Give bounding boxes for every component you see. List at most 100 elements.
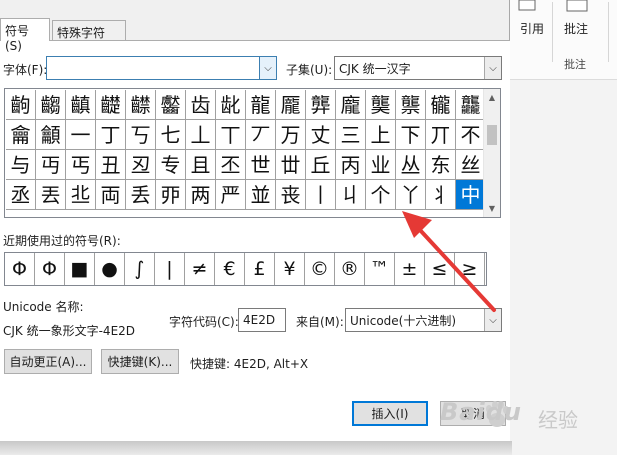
symbol-cell[interactable]: 丗 xyxy=(276,150,306,180)
symbol-cell[interactable]: 龎 xyxy=(276,90,306,120)
recent-symbol-cell[interactable]: Φ xyxy=(5,253,35,285)
font-select[interactable]: ⌵ xyxy=(46,56,277,80)
ribbon-references-tab[interactable]: 引用 xyxy=(520,20,544,37)
ribbon-comment-button[interactable]: 批注 xyxy=(564,20,588,37)
symbol-cell[interactable]: 丩 xyxy=(336,180,366,210)
symbol-cell[interactable]: 丘 xyxy=(306,150,336,180)
tab-symbols[interactable]: 符号(S) xyxy=(0,18,50,53)
symbol-cell[interactable]: 丄 xyxy=(186,120,216,150)
symbol-cell[interactable]: 丅 xyxy=(216,120,246,150)
recent-symbol-cell[interactable]: © xyxy=(305,253,335,285)
symbol-cell[interactable]: 丠 xyxy=(66,180,96,210)
recent-symbol-cell[interactable]: ■ xyxy=(65,253,95,285)
symbol-cell[interactable]: 丆 xyxy=(246,120,276,150)
symbol-cell[interactable]: 龠 xyxy=(6,120,36,150)
recent-symbol-cell[interactable]: ≠ xyxy=(185,253,215,285)
recent-symbol-cell[interactable]: € xyxy=(215,253,245,285)
symbol-cell[interactable]: 龑 xyxy=(366,90,396,120)
symbol-cell[interactable]: 丞 xyxy=(6,180,36,210)
symbol-cell[interactable]: 並 xyxy=(246,180,276,210)
symbol-grid-scrollbar[interactable]: ▲ ▼ xyxy=(483,89,500,217)
symbol-cell[interactable]: 龒 xyxy=(396,90,426,120)
symbol-cell[interactable]: 丛 xyxy=(396,150,426,180)
symbol-cell[interactable]: 龐 xyxy=(336,90,366,120)
symbol-cell[interactable]: 两 xyxy=(186,180,216,210)
symbol-cell[interactable]: 丁 xyxy=(96,120,126,150)
recent-symbol-cell[interactable]: ≤ xyxy=(425,253,455,285)
symbol-cell[interactable]: 齺 xyxy=(36,90,66,120)
symbol-cell[interactable]: 一 xyxy=(66,120,96,150)
insert-button[interactable]: 插入(I) xyxy=(352,401,428,426)
recent-symbol-cell[interactable]: ® xyxy=(335,253,365,285)
chevron-down-icon[interactable]: ⌵ xyxy=(259,57,276,79)
symbol-cell[interactable]: 世 xyxy=(246,150,276,180)
symbol-cell[interactable]: 丫 xyxy=(396,180,426,210)
symbol-cell[interactable]: 齣 xyxy=(6,90,36,120)
symbol-cell[interactable]: 齻 xyxy=(66,90,96,120)
symbol-cell[interactable]: 下 xyxy=(396,120,426,150)
symbol-cell[interactable]: 上 xyxy=(366,120,396,150)
symbol-cell[interactable]: 业 xyxy=(366,150,396,180)
symbol-cell[interactable]: 且 xyxy=(186,150,216,180)
tab-special-characters[interactable]: 特殊字符(P) xyxy=(52,20,126,55)
recent-symbol-cell[interactable]: Φ xyxy=(35,253,65,285)
shortcut-key-button[interactable]: 快捷键(K)... xyxy=(101,349,179,374)
symbol-cell[interactable]: 龏 xyxy=(306,90,336,120)
from-select[interactable]: Unicode(十六进制) ⌵ xyxy=(345,308,502,332)
symbol-cell[interactable]: 丌 xyxy=(426,120,456,150)
symbol-cell[interactable]: 龥 xyxy=(36,120,66,150)
from-select-value: Unicode(十六进制) xyxy=(350,314,457,328)
symbol-cell[interactable]: 丈 xyxy=(306,120,336,150)
autocorrect-button[interactable]: 自动更正(A)... xyxy=(4,349,92,374)
symbol-cell[interactable]: 龍 xyxy=(246,90,276,120)
symbol-cell[interactable]: 丟 xyxy=(36,180,66,210)
selected-symbol-cell[interactable]: 中 xyxy=(456,180,486,210)
symbol-cell[interactable]: 三 xyxy=(336,120,366,150)
symbol-cell[interactable]: 龘 xyxy=(456,90,486,120)
symbol-cell[interactable]: 丢 xyxy=(126,180,156,210)
symbol-cell[interactable]: 龀 xyxy=(216,90,246,120)
symbol-cell[interactable]: 万 xyxy=(276,120,306,150)
char-code-input[interactable]: 4E2D xyxy=(238,308,286,332)
symbol-cell[interactable]: 丒 xyxy=(126,150,156,180)
symbol-cell[interactable]: 齾 xyxy=(156,90,186,120)
chevron-down-icon[interactable]: ⌵ xyxy=(484,57,501,79)
symbol-cell[interactable]: 齿 xyxy=(186,90,216,120)
recent-symbol-cell[interactable]: ● xyxy=(95,253,125,285)
recent-symbol-cell[interactable]: ¥ xyxy=(275,253,305,285)
recent-symbol-cell[interactable]: ≥ xyxy=(455,253,485,285)
recent-symbol-cell[interactable]: ± xyxy=(395,253,425,285)
subset-select[interactable]: CJK 统一汉字 ⌵ xyxy=(334,56,502,80)
symbol-cell[interactable]: 丂 xyxy=(126,120,156,150)
symbol-cell[interactable]: 东 xyxy=(426,150,456,180)
symbol-cell[interactable]: 与 xyxy=(6,150,36,180)
symbol-cell[interactable]: 丧 xyxy=(276,180,306,210)
chevron-down-icon[interactable]: ⌵ xyxy=(484,309,501,331)
symbol-cell[interactable]: 七 xyxy=(156,120,186,150)
recent-symbol-cell[interactable]: | xyxy=(155,253,185,285)
symbol-cell[interactable]: 个 xyxy=(366,180,396,210)
symbol-cell[interactable]: 丙 xyxy=(336,150,366,180)
symbol-cell[interactable]: 丕 xyxy=(216,150,246,180)
symbol-cell[interactable]: 严 xyxy=(216,180,246,210)
symbol-cell[interactable]: 齽 xyxy=(126,90,156,120)
symbol-cell[interactable]: 齼 xyxy=(96,90,126,120)
symbol-cell[interactable]: 丬 xyxy=(426,180,456,210)
symbol-cell[interactable]: 両 xyxy=(96,180,126,210)
scroll-up-icon[interactable]: ▲ xyxy=(484,89,500,106)
scrollbar-thumb[interactable] xyxy=(487,125,497,145)
symbol-cell[interactable]: 丨 xyxy=(306,180,336,210)
symbol-cell[interactable]: 丏 xyxy=(36,150,66,180)
recent-symbol-cell[interactable]: ™ xyxy=(365,253,395,285)
scroll-down-icon[interactable]: ▼ xyxy=(484,200,500,217)
recent-symbol-cell[interactable]: £ xyxy=(245,253,275,285)
symbol-cell[interactable]: 专 xyxy=(156,150,186,180)
symbol-cell[interactable]: 丑 xyxy=(96,150,126,180)
symbol-cell[interactable]: 龓 xyxy=(426,90,456,120)
recent-symbol-cell[interactable]: ∫ xyxy=(125,253,155,285)
symbol-cell[interactable]: 丐 xyxy=(66,150,96,180)
symbol-cell[interactable]: 丝 xyxy=(456,150,486,180)
symbol-cell[interactable]: 丣 xyxy=(156,180,186,210)
symbol-cell[interactable]: 不 xyxy=(456,120,486,150)
comment-icon xyxy=(566,0,588,12)
